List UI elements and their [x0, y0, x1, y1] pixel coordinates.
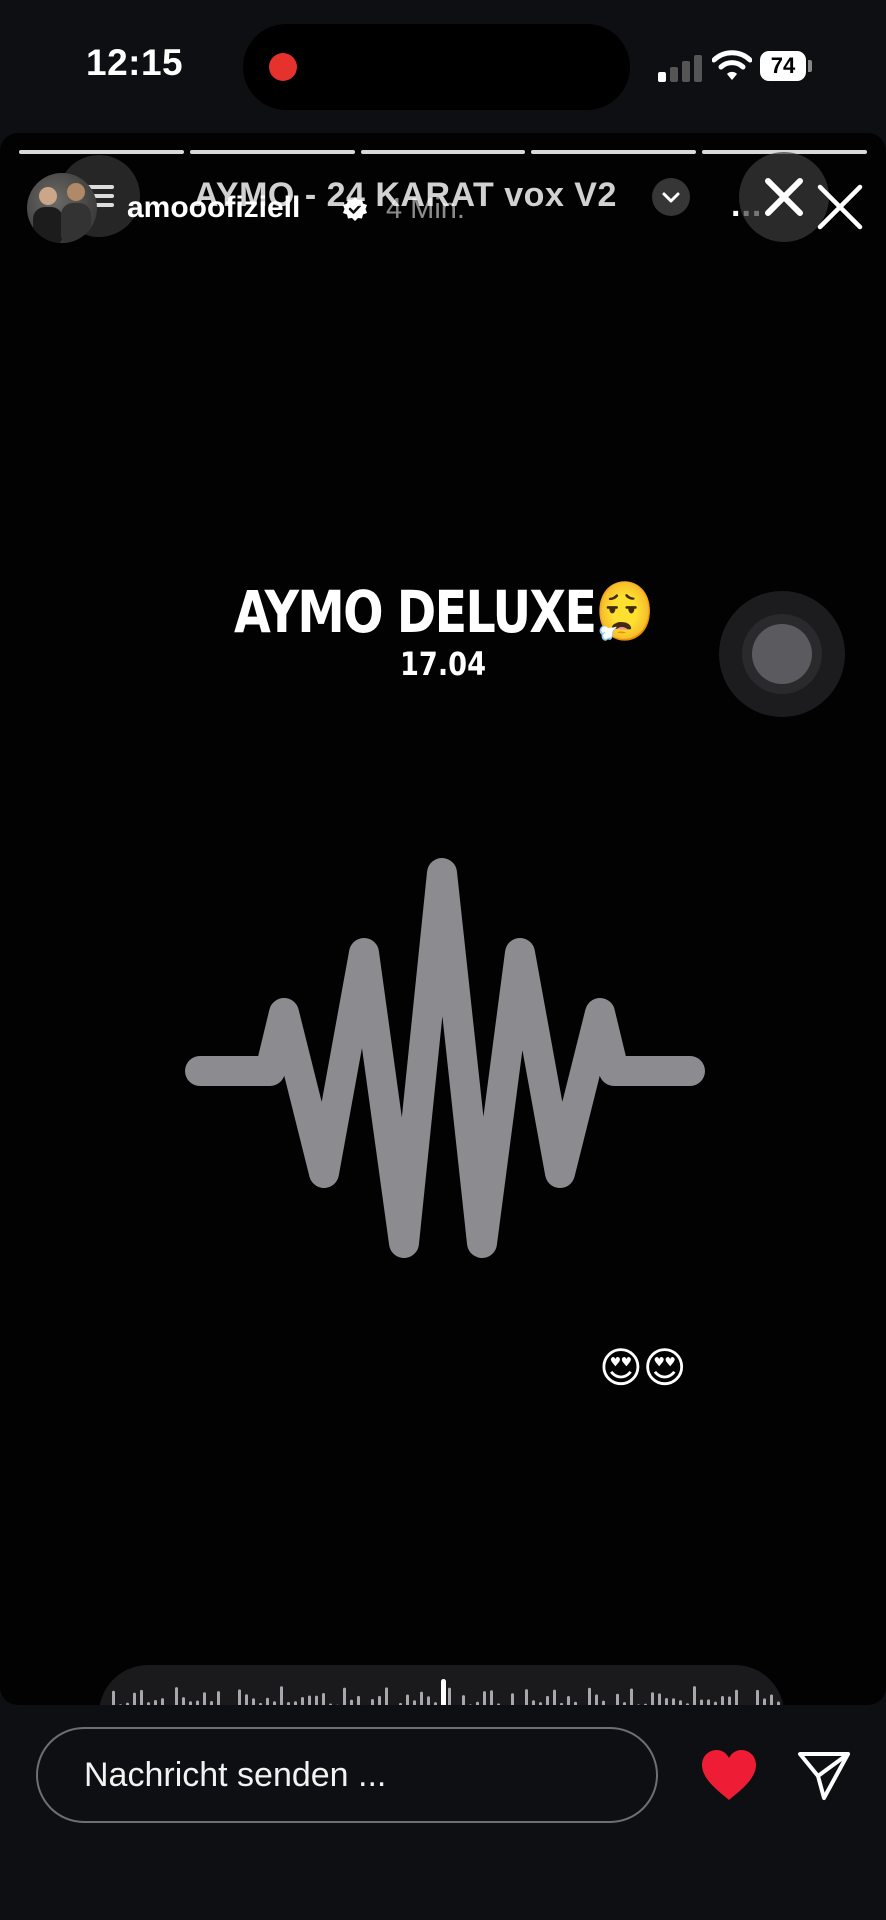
audio-scrubber[interactable]	[99, 1665, 784, 1705]
waveform-bar	[308, 1695, 311, 1705]
heart-icon[interactable]	[700, 1748, 758, 1802]
waveform-bar	[665, 1697, 668, 1705]
waveform-bar	[343, 1687, 346, 1705]
waveform-bar	[721, 1696, 724, 1705]
waveform-bar	[448, 1687, 451, 1705]
waveform-bar	[763, 1698, 766, 1705]
battery-level: 74	[760, 51, 806, 81]
waveform-bar	[483, 1691, 486, 1705]
waveform-bar	[182, 1697, 185, 1705]
status-time: 12:15	[86, 42, 184, 83]
song-title[interactable]: AYMO - 24 KARAT vox V2	[194, 176, 617, 215]
headline-title: AYMO DELUXE😮‍💨	[233, 578, 655, 646]
waveform-bar	[658, 1693, 661, 1705]
dynamic-island[interactable]	[243, 24, 630, 110]
waveform-bar	[161, 1698, 164, 1705]
waveform-bar	[301, 1697, 304, 1705]
waveform-bar	[378, 1695, 381, 1705]
emoji-sticker: 😍😍	[599, 1344, 687, 1391]
recording-indicator-icon	[269, 53, 297, 81]
message-input[interactable]	[36, 1727, 658, 1823]
waveform-bar	[406, 1694, 409, 1705]
waveform-bar	[770, 1694, 773, 1705]
waveform-bar	[490, 1690, 493, 1705]
progress-segment	[19, 150, 184, 154]
scrubber-handle[interactable]	[441, 1679, 446, 1705]
audio-wave-icon	[185, 858, 705, 1258]
waveform-bar	[693, 1686, 696, 1705]
waveform-bar	[553, 1689, 556, 1705]
waveform-bar	[462, 1695, 465, 1705]
waveform-bar	[238, 1689, 241, 1705]
waveform-bar	[651, 1692, 654, 1705]
progress-segment	[531, 150, 697, 154]
waveform-bar	[252, 1698, 255, 1705]
waveform-bar	[357, 1695, 360, 1705]
cellular-signal-icon	[658, 52, 704, 82]
waveform-bar	[756, 1689, 759, 1705]
waveform-bar	[112, 1690, 115, 1705]
send-icon[interactable]	[796, 1748, 852, 1804]
wifi-icon	[712, 50, 752, 80]
waveform-bar	[385, 1687, 388, 1705]
waveform-bar	[175, 1687, 178, 1705]
avatar[interactable]	[27, 173, 97, 243]
waveform-bar	[616, 1693, 619, 1705]
waveform-bar	[322, 1693, 325, 1705]
waveform-bar	[567, 1695, 570, 1705]
waveform-bar	[217, 1691, 220, 1705]
progress-segment	[360, 150, 526, 154]
waveform-bar	[266, 1697, 269, 1705]
waveform-bar	[525, 1689, 528, 1705]
waveform-bar	[735, 1689, 738, 1705]
waveform-bar	[420, 1691, 423, 1705]
waveform-bar	[133, 1692, 136, 1705]
waveform-bar	[511, 1693, 514, 1705]
waveform-bar	[672, 1698, 675, 1705]
battery-tip	[808, 60, 812, 72]
story-viewer[interactable]: AYMO DELUXE😮‍💨 17.04 😍😍	[0, 133, 886, 1705]
chevron-down-icon[interactable]	[652, 178, 690, 216]
waveform-bar	[546, 1695, 549, 1705]
assistive-touch-button[interactable]	[719, 591, 845, 717]
waveform-bar	[203, 1692, 206, 1705]
waveform-bar	[630, 1688, 633, 1705]
waveform-bar	[315, 1695, 318, 1705]
headline-date: 17.04	[399, 645, 487, 683]
assistive-touch-icon	[752, 624, 812, 684]
close-icon[interactable]	[815, 182, 865, 232]
waveform-bar	[245, 1694, 248, 1705]
waveform-bar	[595, 1694, 598, 1705]
progress-segment	[189, 150, 355, 154]
waveform-bar	[280, 1686, 283, 1705]
waveform-bar	[728, 1696, 731, 1705]
waveform-bar	[140, 1689, 143, 1705]
waveform-bar	[427, 1696, 430, 1705]
status-bar: 12:15 74	[0, 0, 886, 130]
waveform-bar	[588, 1687, 591, 1705]
